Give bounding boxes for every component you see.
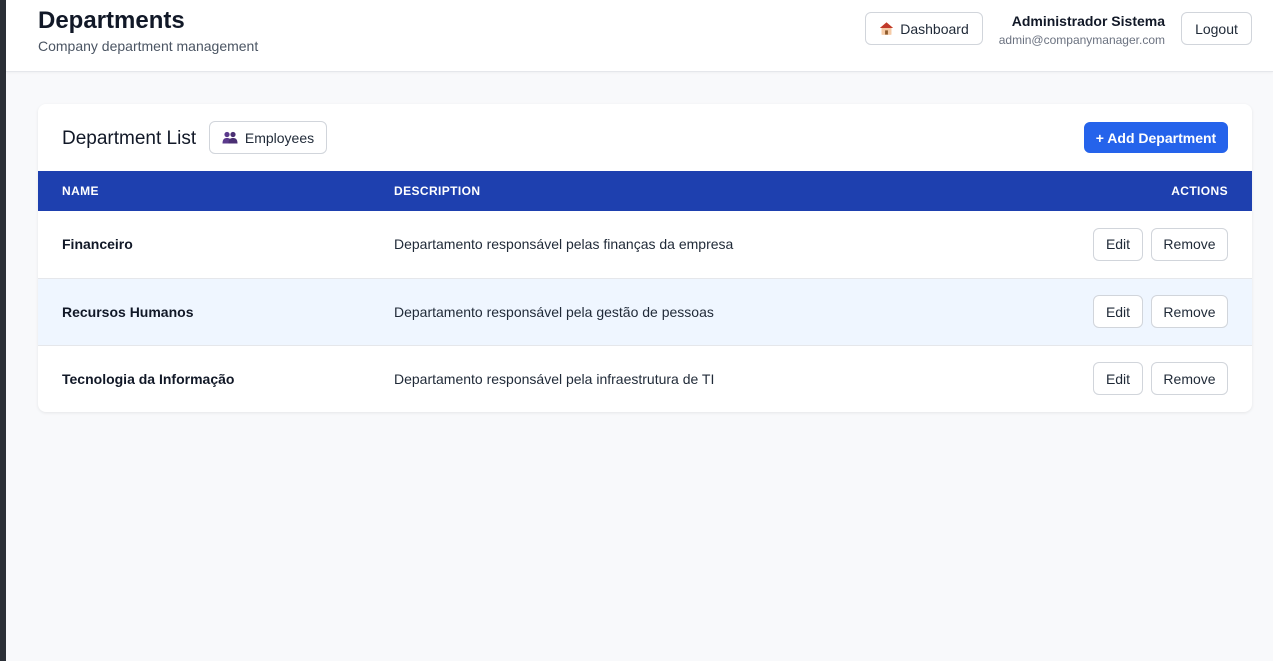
department-description: Departamento responsável pelas finanças … [394,236,734,253]
users-icon [222,131,238,144]
department-description: Departamento responsável pela infraestru… [394,370,715,387]
user-name: Administrador Sistema [1011,13,1165,29]
department-name: Tecnologia da Informação [62,370,235,387]
table-row: Recursos Humanos Departamento responsáve… [38,278,1252,345]
row-actions: Edit Remove [930,211,1252,278]
logout-button[interactable]: Logout [1181,12,1252,45]
column-header-actions: ACTIONS [1171,184,1228,198]
row-actions: Edit Remove [930,345,1252,412]
page-title: Departments [38,7,185,34]
column-header-name: NAME [62,184,99,198]
user-info: Administrador Sistema admin@companymanag… [999,13,1165,47]
department-name: Recursos Humanos [62,303,194,320]
department-list-card: Department List Employees + Add Departme… [38,104,1252,412]
table-row: Tecnologia da Informação Departamento re… [38,345,1252,412]
remove-button[interactable]: Remove [1151,295,1228,328]
add-department-button[interactable]: + Add Department [1084,122,1228,153]
dashboard-button[interactable]: Dashboard [865,12,983,45]
table-row: Financeiro Departamento responsável pela… [38,211,1252,278]
edit-button[interactable]: Edit [1093,295,1143,328]
column-header-description: DESCRIPTION [394,184,481,198]
card-title: Department List [62,128,197,149]
page-header: Departments Company department managemen… [6,0,1273,72]
edit-button[interactable]: Edit [1093,362,1143,396]
employees-label: Employees [244,129,315,146]
row-actions: Edit Remove [930,278,1252,345]
dashboard-label: Dashboard [900,20,969,37]
remove-button[interactable]: Remove [1151,362,1228,396]
remove-button[interactable]: Remove [1151,227,1228,261]
department-name: Financeiro [62,236,133,253]
table-header-row: NAME DESCRIPTION ACTIONS [38,171,1252,211]
edit-button[interactable]: Edit [1093,227,1143,261]
user-email: admin@companymanager.com [998,33,1165,47]
employees-button[interactable]: Employees [209,121,327,154]
department-description: Departamento responsável pela gestão de … [394,303,714,320]
page-subtitle: Company department management [38,38,259,54]
app: Departments Company department managemen… [6,0,1273,661]
departments-table: NAME DESCRIPTION ACTIONS Financeiro Depa… [38,171,1252,412]
house-icon [879,21,894,36]
